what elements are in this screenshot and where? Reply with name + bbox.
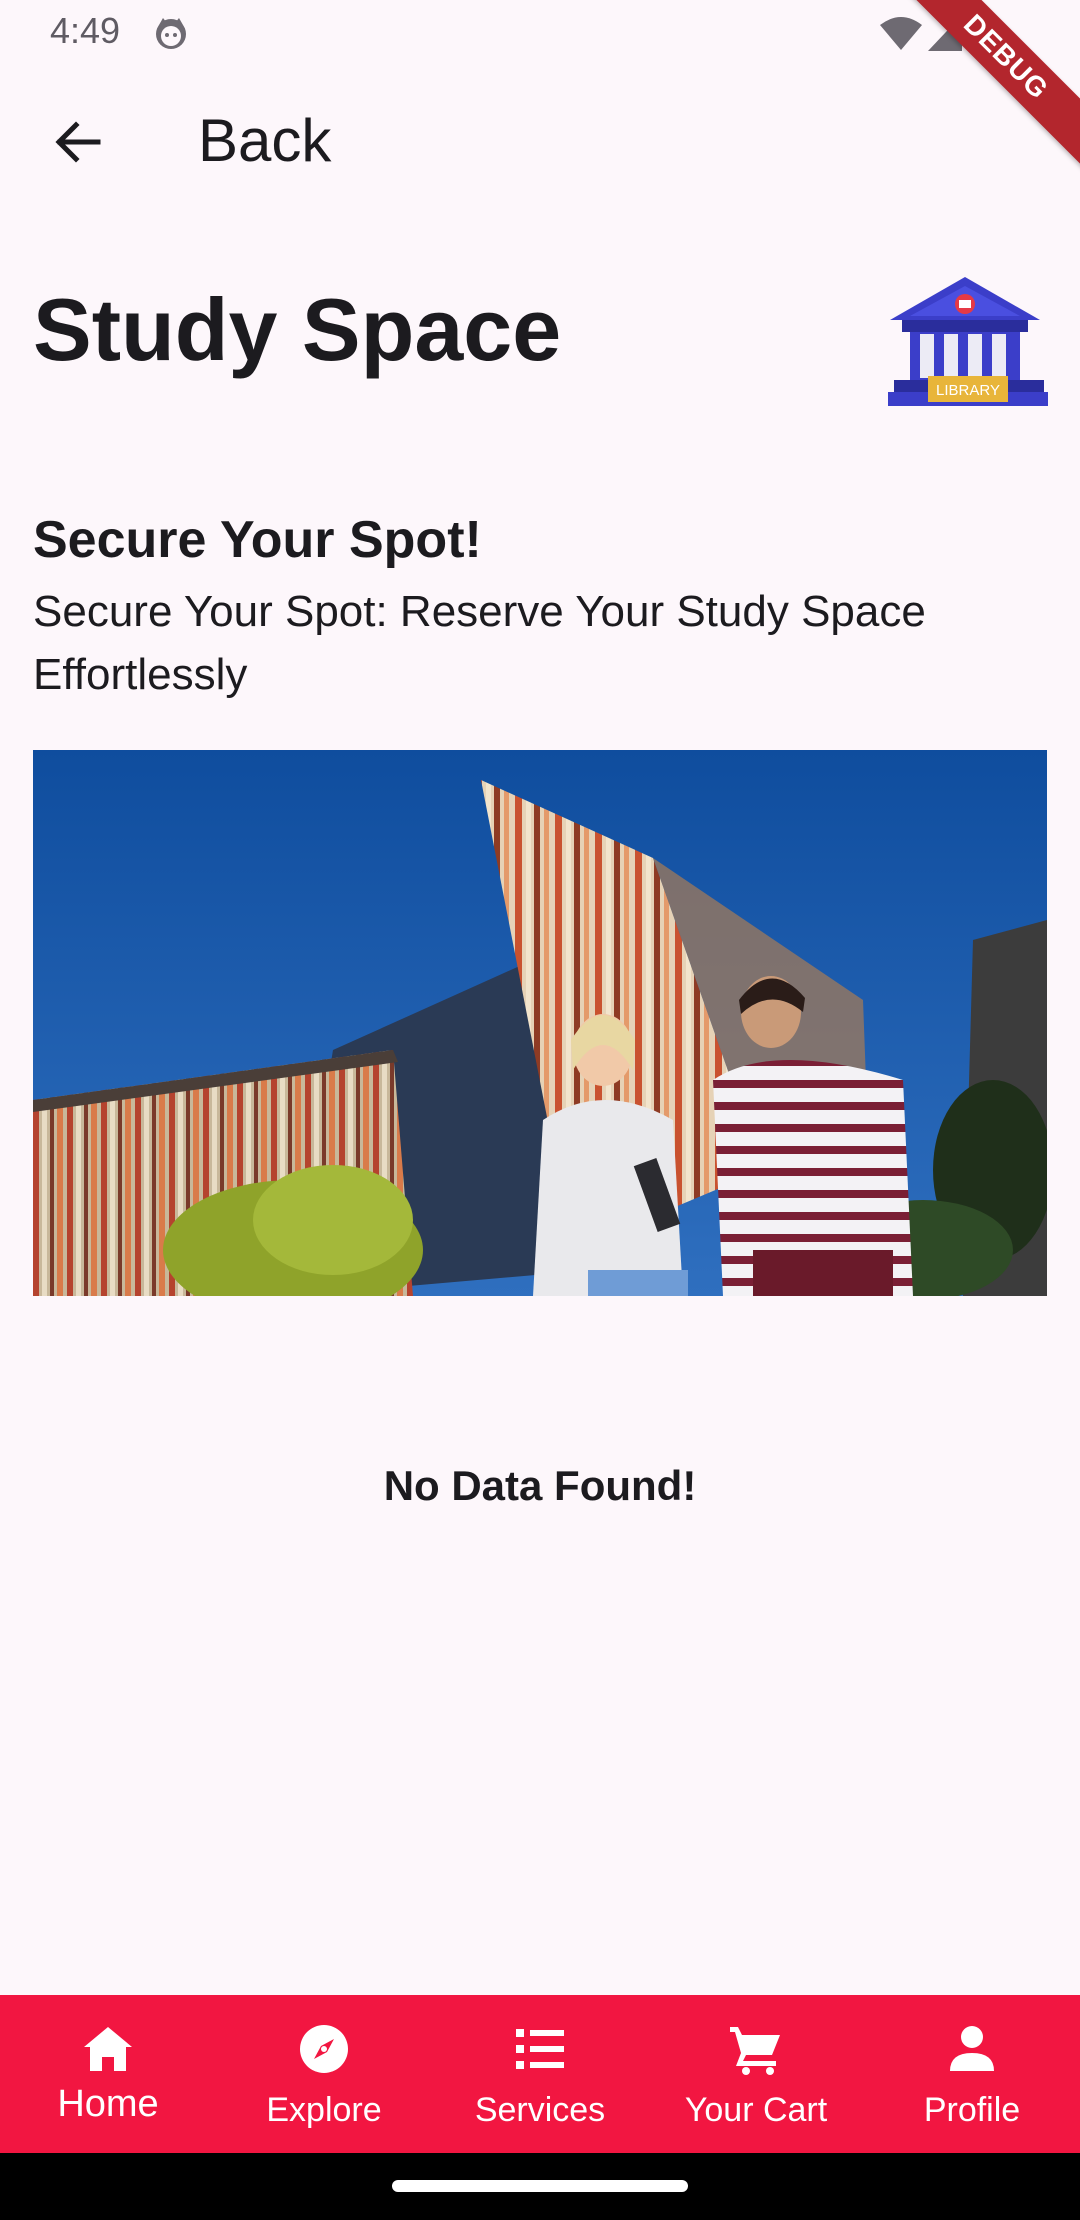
library-sign-text: LIBRARY	[936, 382, 1000, 399]
back-label[interactable]: Back	[198, 106, 331, 175]
list-icon	[516, 2029, 564, 2069]
back-arrow-icon[interactable]	[50, 114, 106, 170]
wifi-icon	[880, 17, 922, 50]
nav-label-home: Home	[57, 2083, 159, 2125]
page-title: Study Space	[33, 280, 562, 379]
nav-item-home[interactable]: Home	[0, 1995, 216, 2153]
hero-image	[33, 750, 1047, 1296]
empty-state-message: No Data Found!	[383, 1462, 697, 1509]
home-icon	[84, 2027, 132, 2071]
nav-label-profile: Profile	[923, 2091, 1021, 2129]
person-icon	[950, 2026, 994, 2071]
system-navigation-bar	[0, 2153, 1080, 2220]
nav-item-explore[interactable]: Explore	[216, 1995, 432, 2153]
compass-icon	[300, 2025, 348, 2073]
nav-item-cart[interactable]: Your Cart	[648, 1995, 864, 2153]
nav-label-explore: Explore	[266, 2091, 382, 2129]
nav-label-services: Services	[474, 2091, 606, 2129]
notification-face-icon	[156, 18, 186, 49]
library-building-icon: LIBRARY	[888, 277, 1048, 406]
nav-item-profile[interactable]: Profile	[864, 1995, 1080, 2153]
bottom-navigation: Home Explore Services Your Cart Profile	[0, 1995, 1080, 2153]
home-indicator[interactable]	[392, 2180, 688, 2192]
status-time: 4:49	[50, 10, 121, 51]
nav-label-cart: Your Cart	[684, 2091, 828, 2129]
section-heading: Secure Your Spot!	[33, 511, 482, 569]
app-bar: Back	[0, 84, 1080, 200]
cart-icon	[730, 2027, 780, 2075]
section-subtitle: Secure Your Spot: Reserve Your Study Spa…	[33, 587, 926, 699]
status-bar: 4:49	[0, 0, 1080, 64]
nav-item-services[interactable]: Services	[432, 1995, 648, 2153]
